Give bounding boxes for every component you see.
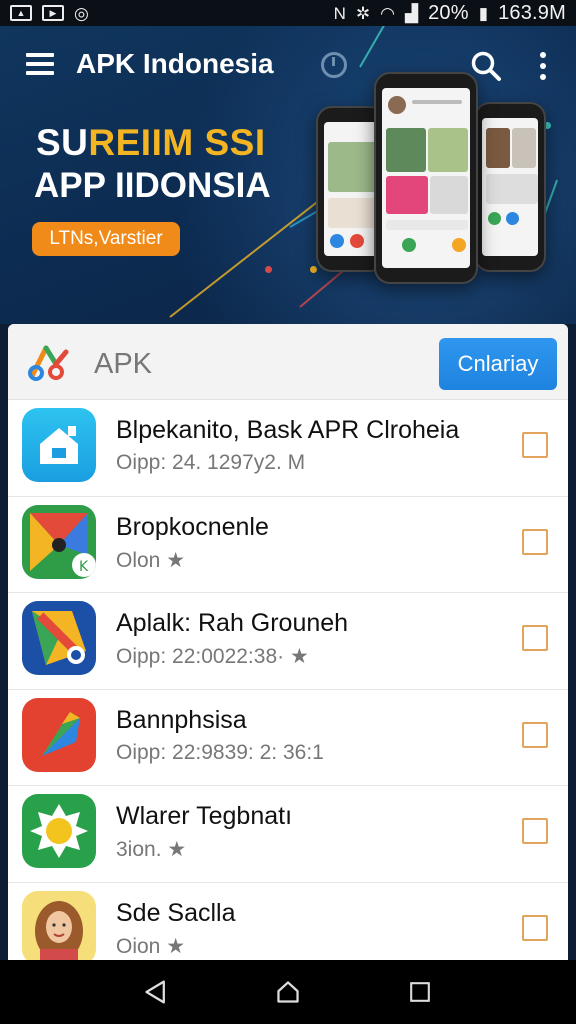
header-banner: APK Indonesia SUREIIM SSI APP IIDONSIA L… bbox=[0, 26, 576, 324]
screen: ▲ ▶ ◎ N ✲ ◠ ▟ 20% ▮ 163.9M APK Indonesia bbox=[0, 0, 576, 1024]
app-meta: Oipp: 24. 1297y2. M bbox=[116, 451, 306, 474]
app-meta: Oion ★ bbox=[116, 934, 186, 958]
app-name: Bropkocnenle bbox=[116, 512, 269, 541]
list-item[interactable]: Sde Saclla Oion ★ bbox=[8, 883, 568, 964]
decorative-dot bbox=[265, 266, 272, 273]
list-item[interactable]: Aplalk: Rah Grouneh Oipp: 22:0022:38· ★ bbox=[8, 593, 568, 690]
decorative-line bbox=[299, 267, 347, 308]
app-meta: 3ion. ★ bbox=[116, 838, 187, 861]
select-checkbox[interactable] bbox=[522, 914, 548, 941]
status-bar-right: N ✲ ◠ ▟ 20% ▮ 163.9M bbox=[334, 2, 566, 25]
system-navigation-bar bbox=[0, 960, 576, 1024]
app-meta: Oipp: 22:9839: 2: 36:1 bbox=[116, 740, 324, 764]
card-header: APK Cnlariay bbox=[8, 324, 568, 400]
select-checkbox[interactable] bbox=[522, 432, 548, 458]
card-title: APK bbox=[94, 348, 153, 380]
gallery-notification-icon: ▲ bbox=[10, 5, 32, 21]
signal-icon: ▟ bbox=[405, 3, 419, 23]
battery-icon: ▮ bbox=[478, 3, 489, 23]
sync-notification-icon: ◎ bbox=[74, 3, 89, 23]
list-item[interactable]: K Bropkocnenle Olon ★ bbox=[8, 497, 568, 593]
nfc-icon: N bbox=[333, 3, 346, 23]
overflow-menu-icon[interactable] bbox=[538, 52, 548, 80]
app-meta: Olon ★ bbox=[116, 548, 186, 572]
list-item[interactable]: Wlarer Tegbnatı 3ion. ★ bbox=[8, 786, 568, 883]
refresh-icon[interactable] bbox=[321, 52, 347, 78]
app-bar: APK Indonesia bbox=[0, 26, 576, 104]
select-checkbox[interactable] bbox=[522, 818, 548, 844]
bug-icon: ✲ bbox=[355, 3, 371, 23]
select-checkbox[interactable] bbox=[522, 625, 548, 651]
svg-text:K: K bbox=[79, 559, 89, 575]
apk-logo-icon bbox=[28, 345, 69, 381]
select-checkbox[interactable] bbox=[522, 721, 548, 748]
banner-button[interactable]: LTNs,Varstier bbox=[32, 222, 180, 256]
arrow-app-icon bbox=[22, 697, 96, 772]
portrait-app-icon bbox=[22, 890, 96, 964]
app-name: Bannphsisa bbox=[116, 705, 247, 734]
app-name: Blpekanito, Bask APR Clroheia bbox=[116, 416, 460, 444]
wifi-icon: ◠ bbox=[380, 3, 395, 23]
decorative-dot bbox=[310, 266, 317, 273]
battery-percent: 20% bbox=[428, 1, 469, 24]
phone-mockup-center bbox=[374, 72, 478, 284]
app-name: Wlarer Tegbnatı bbox=[116, 802, 293, 830]
search-icon[interactable] bbox=[470, 50, 502, 82]
list-item[interactable]: Blpekanito, Bask APR Clroheia Oipp: 24. … bbox=[8, 400, 568, 497]
data-usage: 163.9M bbox=[498, 1, 566, 24]
select-checkbox[interactable] bbox=[522, 528, 548, 555]
sun-app-icon bbox=[22, 794, 96, 868]
recent-apps-icon[interactable] bbox=[400, 972, 440, 1012]
banner-headline: SUREIIM SSI bbox=[36, 122, 266, 163]
status-bar-left: ▲ ▶ ◎ bbox=[10, 5, 89, 22]
app-name: Sde Saclla bbox=[116, 898, 236, 927]
app-list: Blpekanito, Bask APR Clroheia Oipp: 24. … bbox=[8, 400, 568, 964]
apk-list-card: APK Cnlariay Blpekanito, Bask APR Clrohe… bbox=[8, 324, 568, 964]
phone-mockup-right bbox=[474, 102, 546, 272]
list-item[interactable]: Bannphsisa Oipp: 22:9839: 2: 36:1 bbox=[8, 690, 568, 786]
status-bar: ▲ ▶ ◎ N ✲ ◠ ▟ 20% ▮ 163.9M bbox=[0, 0, 576, 26]
app-name: Aplalk: Rah Grouneh bbox=[116, 609, 349, 637]
app-title: APK Indonesia bbox=[76, 48, 274, 79]
banner-subheadline: APP IIDONSIA bbox=[34, 166, 271, 205]
back-icon[interactable] bbox=[136, 972, 176, 1012]
primary-action-button[interactable]: Cnlariay bbox=[439, 338, 557, 390]
home-icon[interactable] bbox=[268, 972, 308, 1012]
app-meta: Oipp: 22:0022:38· ★ bbox=[116, 645, 309, 668]
maps-app-icon: K bbox=[22, 504, 96, 579]
home-app-icon bbox=[22, 408, 96, 482]
hamburger-menu-icon[interactable] bbox=[26, 53, 54, 75]
pen-app-icon bbox=[22, 601, 96, 675]
play-notification-icon: ▶ bbox=[42, 5, 64, 21]
